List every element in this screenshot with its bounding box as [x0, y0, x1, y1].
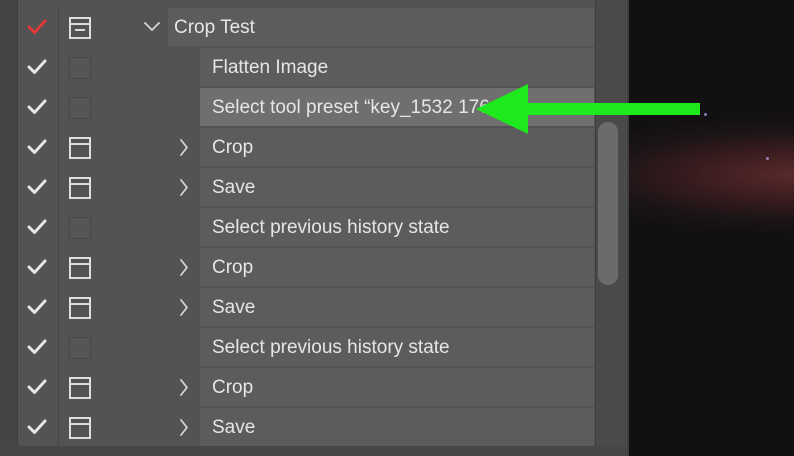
action-label: Flatten Image — [212, 57, 329, 78]
scrollbar-thumb[interactable] — [598, 122, 618, 285]
action-row[interactable]: Select previous history state — [18, 208, 594, 248]
action-label: Crop — [212, 257, 254, 278]
chevron-right-icon[interactable] — [174, 128, 194, 167]
dialog-toggle-icon[interactable] — [69, 97, 91, 119]
column-divider — [58, 8, 59, 48]
star-dot — [766, 157, 769, 160]
panel-left-gutter — [0, 0, 18, 456]
dialog-toggle-icon[interactable] — [69, 17, 91, 39]
dialog-toggle-icon[interactable] — [69, 377, 91, 399]
column-divider — [58, 368, 59, 408]
star-dot — [704, 113, 707, 116]
dialog-toggle-icon[interactable] — [69, 57, 91, 79]
action-row[interactable]: Flatten Image — [18, 48, 594, 88]
column-divider — [58, 128, 59, 168]
action-row[interactable]: Crop Test — [18, 8, 594, 48]
checkmark-icon[interactable] — [26, 416, 48, 438]
checkmark-icon[interactable] — [26, 56, 48, 78]
action-label: Save — [212, 297, 256, 318]
action-label: Select previous history state — [212, 217, 450, 238]
checkmark-icon[interactable] — [26, 336, 48, 358]
action-row[interactable]: Select tool preset “key_1532 176 p — [18, 88, 594, 128]
column-divider — [58, 48, 59, 88]
action-label: Select tool preset “key_1532 176 p — [212, 97, 506, 118]
action-label: Save — [212, 417, 256, 438]
dialog-toggle-icon[interactable] — [69, 137, 91, 159]
column-divider — [58, 408, 59, 448]
chevron-right-icon[interactable] — [174, 368, 194, 407]
actions-panel: Crop Test Flatten Image Select tool preset… — [0, 0, 627, 456]
dialog-toggle-icon[interactable] — [69, 337, 91, 359]
checkmark-icon[interactable] — [26, 216, 48, 238]
action-row[interactable]: Save — [18, 408, 594, 448]
dialog-toggle-icon[interactable] — [69, 177, 91, 199]
action-label: Crop — [212, 137, 254, 158]
checkmark-icon[interactable] — [26, 136, 48, 158]
chevron-right-icon[interactable] — [174, 248, 194, 287]
checkmark-icon[interactable] — [26, 16, 48, 38]
chevron-right-icon[interactable] — [174, 408, 194, 447]
action-label: Crop — [212, 377, 254, 398]
column-divider — [58, 168, 59, 208]
action-label: Select previous history state — [212, 337, 450, 358]
column-divider — [58, 88, 59, 128]
column-divider — [58, 208, 59, 248]
action-label: Crop Test — [174, 17, 255, 38]
action-row[interactable]: Save — [18, 288, 594, 328]
checkmark-icon[interactable] — [26, 176, 48, 198]
action-label: Save — [212, 177, 256, 198]
action-row[interactable]: Crop — [18, 128, 594, 168]
action-row[interactable]: Crop — [18, 368, 594, 408]
dialog-toggle-icon[interactable] — [69, 257, 91, 279]
chevron-right-icon[interactable] — [174, 288, 194, 327]
checkmark-icon[interactable] — [26, 256, 48, 278]
dialog-toggle-icon[interactable] — [69, 417, 91, 439]
column-divider — [58, 288, 59, 328]
action-row[interactable]: Crop — [18, 248, 594, 288]
column-divider — [58, 248, 59, 288]
action-row[interactable]: Save — [18, 168, 594, 208]
checkmark-icon[interactable] — [26, 96, 48, 118]
panel-bottom-bar — [0, 446, 627, 456]
chevron-right-icon[interactable] — [174, 168, 194, 207]
dialog-toggle-icon[interactable] — [69, 217, 91, 239]
checkmark-icon[interactable] — [26, 376, 48, 398]
action-row[interactable]: Select previous history state — [18, 328, 594, 368]
column-divider — [58, 328, 59, 368]
dialog-toggle-icon[interactable] — [69, 297, 91, 319]
checkmark-icon[interactable] — [26, 296, 48, 318]
document-canvas[interactable] — [629, 0, 794, 456]
chevron-down-icon[interactable] — [142, 8, 162, 47]
